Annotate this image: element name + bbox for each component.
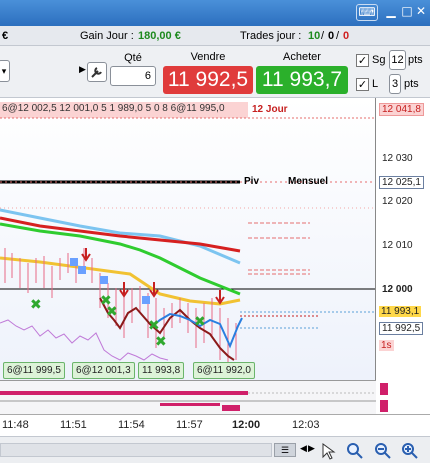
x-label-current: 12:00 (232, 419, 261, 431)
zoom-box-icon[interactable] (346, 442, 364, 460)
price-axis[interactable]: 12 041,8 12 030 12 025,1 12 020 12 010 1… (376, 98, 430, 380)
top-order-text: 6@12 002,5 12 001,0 5 1 989,0 5 0 8 6@11… (2, 103, 225, 114)
volume-panel (0, 380, 430, 415)
purple-oscillator (0, 319, 169, 361)
x-label: 12:03 (292, 419, 320, 431)
buy-label: Acheter (283, 51, 321, 63)
x-label: 11:51 (60, 419, 87, 431)
mensuel-label: Mensuel (288, 176, 329, 187)
sg-input[interactable]: 12 (389, 50, 406, 70)
x-label: 11:57 (176, 419, 203, 431)
gain-value: 180,00 € (138, 30, 181, 42)
zoom-in-icon[interactable] (401, 442, 419, 460)
collapse-arrow-icon[interactable]: ▶ (79, 64, 86, 75)
qty-input[interactable]: 6 (110, 66, 156, 86)
chart-canvas: ✖ ✖✖✖✖✖ (0, 102, 375, 368)
y-label-12000: 12 000 (382, 284, 413, 295)
sg-checkbox[interactable]: ✓ (356, 54, 369, 67)
bottom-toolbar: ☰ ◀ ▶ (0, 436, 430, 463)
sg-label: Sg (372, 54, 386, 66)
account-dropdown[interactable]: ▾ (0, 60, 10, 82)
trades-label: Trades jour : (240, 30, 302, 42)
trades-losses: 0 (343, 30, 350, 42)
timeframe-badge: 1s (379, 340, 394, 351)
order-tag[interactable]: 11 993,8 (138, 362, 185, 379)
y-label-top: 12 041,8 (379, 103, 424, 116)
dark-swing-line (99, 297, 235, 361)
svg-text:✖: ✖ (30, 297, 42, 313)
x-label: 11:54 (118, 419, 145, 431)
order-tag[interactable]: 6@11 992,0 (193, 362, 255, 379)
red-moving-average (0, 216, 241, 253)
sg-pts-label: pts (408, 54, 423, 66)
info-bar: € Gain Jour : 180,00 € Trades jour : 10 … (0, 26, 430, 46)
svg-text:✖: ✖ (106, 304, 118, 320)
l-label: L (372, 78, 379, 90)
l-input[interactable]: 3 (389, 74, 401, 94)
buy-button[interactable]: 11 993,7 (256, 66, 348, 94)
price-chart[interactable]: ✖ ✖ ✖ ✖ ✖ ✖ 6@12 002,5 12 001,0 5 1 989,0 5 0… (0, 98, 376, 380)
x-label: 11:48 (2, 419, 29, 431)
piv-label: Piv (244, 176, 260, 187)
y-label: 12 020 (382, 196, 413, 207)
wrench-icon (91, 67, 102, 78)
pointer-icon[interactable] (320, 442, 338, 460)
sell-label: Vendre (190, 51, 226, 63)
title-bar: ⌨ ▁ □ ✕ (0, 0, 430, 26)
y-label: 12 010 (382, 240, 413, 251)
time-axis[interactable]: 11:48 11:51 11:54 11:57 12:00 12:03 (0, 414, 430, 436)
l-pts-label: pts (404, 78, 419, 90)
order-tag[interactable]: 6@11 999,5 (3, 362, 65, 379)
order-bar: ▾ ▶ Qté 6 Vendre 11 992,5 Acheter 11 993… (0, 46, 430, 98)
top-jour-label: 12 Jour (252, 104, 288, 115)
horizontal-scrollbar[interactable] (0, 443, 272, 457)
svg-text:✖: ✖ (155, 334, 167, 350)
trades-sep-1: / (321, 30, 325, 42)
y-label: 12 030 (382, 153, 413, 164)
y-label-pivot: 12 025,1 (379, 176, 424, 189)
settings-button[interactable] (87, 62, 107, 82)
svg-text:✖: ✖ (148, 318, 160, 334)
trades-wins: 10 (308, 30, 321, 42)
svg-text:✖: ✖ (194, 314, 206, 330)
qty-label: Qté (124, 52, 142, 64)
green-cross-markers: ✖ ✖✖✖✖✖ (30, 293, 206, 350)
volume-axis (377, 381, 430, 415)
currency-symbol: € (2, 30, 9, 42)
y-label-bid: 11 992,5 (379, 322, 424, 335)
keyboard-icon[interactable]: ⌨ (356, 4, 378, 21)
sell-button[interactable]: 11 992,5 (163, 66, 253, 94)
gain-label: Gain Jour : (80, 30, 134, 42)
close-icon[interactable]: ✕ (412, 4, 430, 21)
l-checkbox[interactable]: ✓ (356, 78, 369, 91)
y-label-last: 11 993,1 (379, 306, 422, 317)
scroll-left-icon[interactable]: ◀ (300, 443, 307, 454)
trades-sep-2: / (336, 30, 340, 42)
scroll-right-icon[interactable]: ▶ (308, 443, 315, 454)
order-tag[interactable]: 6@12 001,3 (72, 362, 135, 379)
volume-canvas (0, 391, 376, 411)
zoom-out-icon[interactable] (374, 442, 392, 460)
trades-zero: 0 (328, 30, 335, 42)
scroll-thumb[interactable]: ☰ (274, 443, 296, 457)
